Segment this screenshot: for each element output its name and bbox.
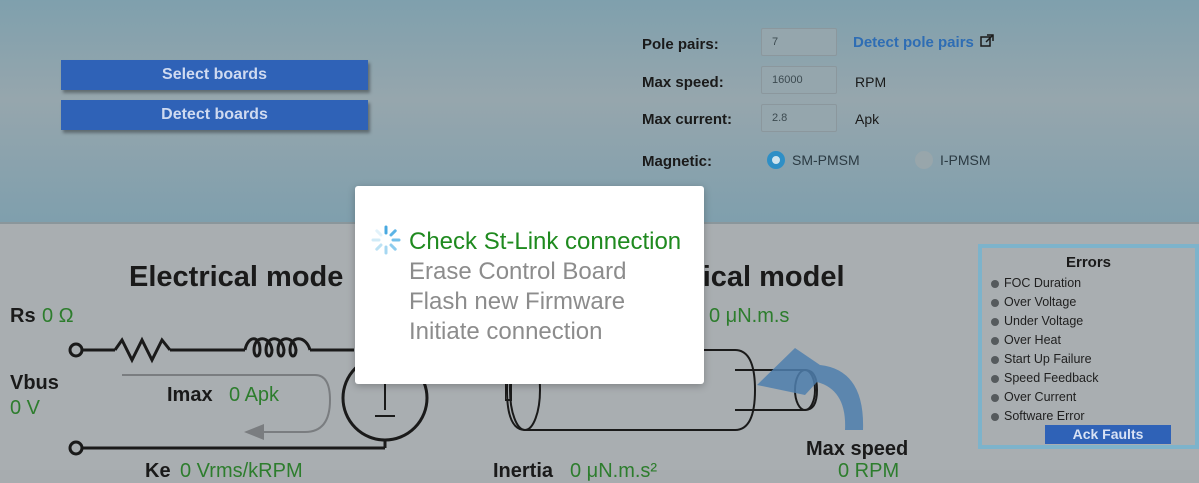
friction-value: 0 μN.m.s (709, 305, 790, 327)
step-erase-control-board: Erase Control Board (409, 258, 627, 285)
ack-faults-button[interactable]: Ack Faults (1045, 425, 1171, 444)
error-item: Over Heat (991, 333, 1061, 347)
magnetic-label: Magnetic: (642, 153, 713, 170)
step-initiate-connection: Initiate connection (409, 318, 603, 345)
pole-pairs-label: Pole pairs: (642, 36, 719, 53)
radio-sm-pmsm[interactable] (767, 151, 785, 169)
max-speed-input[interactable]: 16000 (761, 66, 837, 94)
error-item-label: Software Error (1004, 409, 1085, 423)
step-flash-firmware: Flash new Firmware (409, 288, 626, 315)
error-item: Under Voltage (991, 314, 1084, 328)
inertia-value: 0 μN.m.s² (570, 460, 658, 482)
radio-i-pmsm-label: I-PMSM (940, 152, 991, 168)
max-speed-unit: RPM (855, 74, 887, 90)
rs-value: 0 Ω (42, 305, 74, 327)
radio-i-pmsm[interactable] (915, 151, 933, 169)
detect-boards-button[interactable]: Detect boards (61, 100, 368, 130)
error-indicator-icon (991, 375, 999, 383)
terminal-bottom (68, 440, 84, 456)
max-current-input[interactable]: 2.8 (761, 104, 837, 132)
error-indicator-icon (991, 356, 999, 364)
electrical-model-title: Electrical mode (129, 261, 344, 293)
external-link-icon (980, 34, 994, 47)
radio-sm-pmsm-label: SM-PMSM (792, 152, 860, 168)
max-current-unit: Apk (855, 111, 880, 127)
max-current-label: Max current: (642, 111, 733, 128)
inertia-label: Inertia (493, 460, 554, 482)
errors-panel: Errors Ack Faults FOC Duration Over Volta… (978, 244, 1199, 449)
resistor-symbol (113, 336, 172, 364)
error-item-label: Over Voltage (1004, 295, 1077, 309)
loading-spinner-icon (371, 225, 401, 255)
max-speed-label: Max speed: (642, 74, 724, 91)
current-arrow (122, 374, 332, 433)
mech-max-speed-label: Max speed (806, 438, 909, 460)
detect-pole-pairs-link[interactable]: Detect pole pairs (853, 34, 994, 51)
error-item-label: FOC Duration (1004, 276, 1082, 290)
error-item: Over Current (991, 390, 1077, 404)
error-item: Start Up Failure (991, 352, 1092, 366)
error-indicator-icon (991, 280, 999, 288)
error-item: Over Voltage (991, 295, 1077, 309)
error-item: FOC Duration (991, 276, 1082, 290)
error-item-label: Speed Feedback (1004, 371, 1099, 385)
error-item-label: Over Heat (1004, 333, 1061, 347)
connection-progress-dialog: Check St-Link connection Erase Control B… (355, 186, 704, 384)
error-indicator-icon (991, 394, 999, 402)
error-indicator-icon (991, 299, 999, 307)
terminal-top (68, 342, 84, 358)
vbus-label: Vbus (10, 372, 59, 394)
error-item-label: Start Up Failure (1004, 352, 1092, 366)
errors-title: Errors (1065, 254, 1112, 271)
vbus-value: 0 V (10, 397, 41, 419)
error-indicator-icon (991, 337, 999, 345)
error-item-label: Under Voltage (1004, 314, 1084, 328)
detect-pole-pairs-label: Detect pole pairs (853, 34, 974, 51)
error-indicator-icon (991, 318, 999, 326)
rs-label: Rs (10, 305, 36, 327)
error-item: Speed Feedback (991, 371, 1099, 385)
mechanical-model-title: nical model (685, 261, 845, 293)
mech-max-speed-value: 0 RPM (838, 460, 900, 482)
error-item: Software Error (991, 409, 1085, 423)
step-check-stlink: Check St-Link connection (409, 228, 682, 255)
pole-pairs-input[interactable]: 7 (761, 28, 837, 56)
rotation-arrow-icon (757, 348, 864, 430)
error-indicator-icon (991, 413, 999, 421)
inductor-symbol (243, 337, 312, 358)
error-item-label: Over Current (1004, 390, 1077, 404)
select-boards-button[interactable]: Select boards (61, 60, 368, 90)
